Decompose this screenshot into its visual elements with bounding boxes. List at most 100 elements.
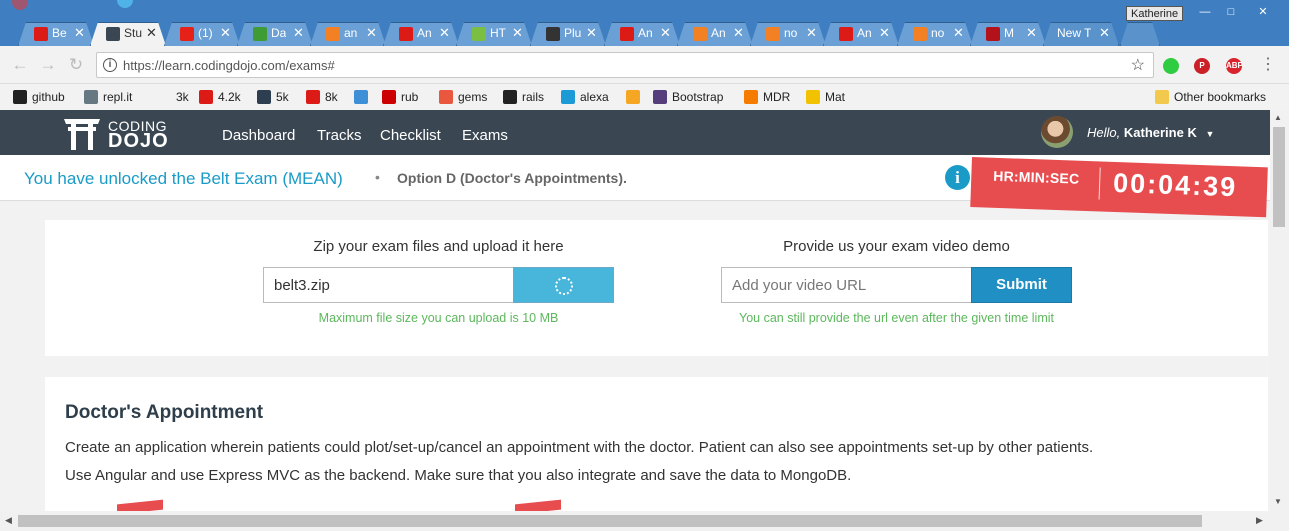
site-info-icon[interactable]: i [103, 58, 117, 72]
browser-tab[interactable]: An ✕ [604, 22, 680, 46]
minimize-icon[interactable]: — [1194, 6, 1216, 20]
bookmark-label: gems [458, 90, 488, 104]
address-url[interactable]: https://learn.codingdojo.com/exams# [123, 58, 335, 73]
upload-button[interactable] [513, 267, 614, 303]
tab-close-icon[interactable]: ✕ [512, 25, 523, 41]
browser-tab[interactable]: An ✕ [677, 22, 753, 46]
exam-description-line: Use Angular and use Express MVC as the b… [65, 467, 852, 484]
bookmark-item[interactable]: rails [503, 89, 544, 105]
tab-close-icon[interactable]: ✕ [220, 25, 231, 41]
bookmark-item[interactable]: Bootstrap [653, 89, 723, 105]
profile-button[interactable]: Katherine [1126, 6, 1184, 21]
bookmark-item[interactable] [354, 89, 373, 105]
browser-tab[interactable]: New T ✕ [1043, 22, 1119, 46]
tab-close-icon[interactable]: ✕ [1099, 25, 1110, 41]
browser-tab[interactable]: an ✕ [310, 22, 386, 46]
gem-icon [439, 90, 453, 104]
browser-tab[interactable]: HT ✕ [456, 22, 532, 46]
tab-close-icon[interactable]: ✕ [733, 25, 744, 41]
tab-close-icon[interactable]: ✕ [1026, 25, 1037, 41]
bookmark-item[interactable]: 8k [306, 89, 338, 105]
timer-label: HR:MIN:SEC [993, 167, 1080, 187]
vertical-scrollbar[interactable]: ▲ ▼ [1270, 110, 1289, 511]
nav-dashboard[interactable]: Dashboard [222, 127, 295, 144]
tab-close-icon[interactable]: ✕ [879, 25, 890, 41]
scroll-right-icon[interactable]: ▶ [1256, 515, 1263, 526]
tab-close-icon[interactable]: ✕ [74, 25, 85, 41]
new-tab-button[interactable] [1120, 22, 1160, 46]
tab-close-icon[interactable]: ✕ [586, 25, 597, 41]
back-icon[interactable]: ← [10, 55, 30, 75]
browser-tab[interactable]: Be ✕ [18, 22, 94, 46]
browser-tab[interactable]: no ✕ [750, 22, 826, 46]
mic-icon [561, 90, 575, 104]
scroll-up-icon[interactable]: ▲ [1274, 113, 1282, 122]
bookmark-item[interactable] [626, 89, 645, 105]
browser-toolbar: ← → ↻ i https://learn.codingdojo.com/exa… [0, 46, 1289, 84]
bookmark-item[interactable]: MDR [744, 89, 790, 105]
tab-close-icon[interactable]: ✕ [293, 25, 304, 41]
mongodb-icon [253, 27, 267, 41]
codingdojo-logo[interactable]: CODING DOJO [62, 115, 177, 152]
bookmark-item[interactable]: 5k [257, 89, 289, 105]
video-url-input[interactable] [721, 267, 972, 303]
tab-close-icon[interactable]: ✕ [366, 25, 377, 41]
browser-tab[interactable]: Plu ✕ [530, 22, 606, 46]
avatar[interactable] [1041, 116, 1073, 148]
menu-dots-icon[interactable]: ⋮ [1258, 55, 1278, 75]
bookmark-item[interactable]: repl.it [84, 89, 132, 105]
zip-file-field[interactable]: belt3.zip [263, 267, 514, 303]
nav-exams[interactable]: Exams [462, 127, 508, 144]
tab-close-icon[interactable]: ✕ [146, 25, 157, 41]
scroll-down-icon[interactable]: ▼ [1274, 497, 1282, 506]
bookmark-item[interactable]: gems [439, 89, 487, 105]
reload-icon[interactable]: ↻ [66, 55, 86, 75]
tab-label: M [1004, 26, 1014, 40]
bookmark-item[interactable]: 3k [157, 89, 189, 105]
browser-tab[interactable]: An ✕ [823, 22, 899, 46]
bookmark-item[interactable]: rub [382, 89, 418, 105]
browser-tab[interactable]: Da ✕ [237, 22, 313, 46]
tab-close-icon[interactable]: ✕ [953, 25, 964, 41]
browser-tab[interactable]: no ✕ [897, 22, 973, 46]
bookmark-item[interactable]: github [13, 89, 65, 105]
torii-icon [64, 119, 100, 150]
forward-icon[interactable]: → [38, 55, 58, 75]
user-menu[interactable]: Hello, Katherine K ▼ [1087, 125, 1214, 140]
bookmark-item[interactable]: Mat [806, 89, 845, 105]
scroll-thumb[interactable] [18, 515, 1202, 527]
tab-label: no [931, 26, 945, 40]
bookmark-item[interactable]: alexa [561, 89, 609, 105]
site-navbar: CODING DOJO Dashboard Tracks Checklist E… [0, 110, 1270, 155]
browser-tab[interactable]: An ✕ [383, 22, 459, 46]
close-window-icon[interactable]: ✕ [1252, 6, 1274, 20]
tab-label: An [857, 26, 872, 40]
bookmark-star-icon[interactable]: ☆ [1131, 55, 1145, 75]
other-bookmarks[interactable]: Other bookmarks [1155, 89, 1266, 105]
tab-label: New T [1057, 26, 1092, 40]
tab-close-icon[interactable]: ✕ [660, 25, 671, 41]
exam-unlocked-title: You have unlocked the Belt Exam (MEAN) [24, 169, 343, 188]
tab-label: an [344, 26, 358, 40]
horizontal-scrollbar[interactable]: ◀ ▶ [0, 511, 1289, 531]
exam-status-bar: You have unlocked the Belt Exam (MEAN) •… [0, 155, 1270, 218]
browser-tab[interactable]: M ✕ [970, 22, 1046, 46]
chevron-down-icon: ▼ [1205, 129, 1215, 139]
maximize-icon[interactable]: □ [1220, 6, 1242, 20]
green-dot-icon[interactable] [1163, 58, 1179, 74]
browser-tab[interactable]: (1) ✕ [164, 22, 240, 46]
browser-tab[interactable]: Stu ✕ [90, 22, 166, 46]
tab-close-icon[interactable]: ✕ [439, 25, 450, 41]
bookmark-item[interactable]: 4.2k [199, 89, 241, 105]
nav-tracks[interactable]: Tracks [317, 127, 361, 144]
separator-dot: • [375, 169, 380, 185]
nav-checklist[interactable]: Checklist [380, 127, 441, 144]
address-bar[interactable]: i https://learn.codingdojo.com/exams# ☆ [96, 52, 1154, 78]
scroll-left-icon[interactable]: ◀ [5, 515, 12, 526]
pinterest-icon[interactable]: P [1194, 58, 1210, 74]
tab-close-icon[interactable]: ✕ [806, 25, 817, 41]
submit-button[interactable]: Submit [971, 267, 1072, 303]
adblock-icon[interactable]: ABP [1226, 58, 1243, 74]
scroll-thumb[interactable] [1273, 127, 1285, 227]
info-icon[interactable]: i [945, 165, 970, 190]
